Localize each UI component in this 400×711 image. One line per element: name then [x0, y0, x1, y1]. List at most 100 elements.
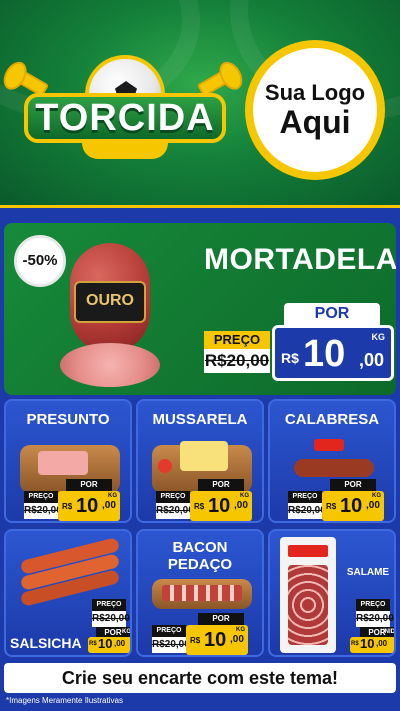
salsicha-image — [14, 537, 124, 607]
cheese-block-shape — [180, 441, 228, 471]
price-integer: 10 — [303, 333, 346, 375]
old-price: R$20,00 — [288, 503, 326, 519]
old-price: R$20,00 — [92, 611, 130, 627]
flyer-page: TORCIDA Sua Logo Aqui OURO -50% MORTADEL… — [0, 0, 400, 711]
new-price: R$ 10 ,00 KG — [88, 629, 130, 653]
price-unit: KG — [108, 493, 117, 499]
price-tag: POR PREÇO R$20,00 R$ 10 ,00 KG — [24, 479, 120, 521]
currency-symbol: R$ — [89, 641, 97, 647]
price-decimal: ,00 — [234, 500, 248, 511]
price-integer: 10 — [98, 636, 113, 651]
new-price: R$ 10 ,00 KG — [186, 625, 248, 655]
product-name: MUSSARELA — [152, 411, 248, 428]
salame-image — [280, 537, 336, 653]
header-banner: TORCIDA Sua Logo Aqui — [0, 0, 400, 205]
currency-symbol: R$ — [326, 502, 337, 511]
old-price: R$20,00 — [356, 611, 394, 627]
currency-symbol: R$ — [190, 636, 201, 645]
new-price: R$ 10 ,00 KG — [322, 491, 384, 521]
price-tag: PREÇO R$20,00 POR R$ 10 ,00 KG — [88, 599, 130, 653]
price-decimal: ,00 — [230, 634, 244, 645]
preco-label: PREÇO — [356, 599, 390, 611]
new-price: R$ 10 ,00 UNID — [350, 629, 394, 653]
preco-label: PREÇO — [24, 491, 58, 503]
torcida-title: TORCIDA — [24, 93, 226, 143]
product-name: BACON PEDAÇO — [138, 539, 262, 573]
product-card-bacon[interactable]: BACON PEDAÇO POR PREÇO R$20,00 R$ 10 ,00… — [136, 529, 264, 657]
price-integer: 10 — [76, 495, 99, 517]
price-unit: KG — [371, 332, 386, 342]
torcida-badge: TORCIDA — [10, 55, 236, 165]
new-price: R$ 10 ,00 KG — [58, 491, 120, 521]
por-label: POR — [284, 303, 380, 325]
product-name-line1: BACON — [172, 539, 228, 556]
product-name: CALABRESA — [284, 411, 380, 428]
preco-label: PREÇO — [152, 625, 186, 637]
badge-stand — [82, 143, 168, 159]
old-price: R$20,00 — [156, 503, 194, 519]
preco-label: PREÇO — [156, 491, 190, 503]
sausage-shape — [294, 459, 374, 477]
cta-banner[interactable]: Crie seu encarte com este tema! — [4, 663, 396, 693]
price-integer: 10 — [204, 629, 227, 651]
currency-symbol: R$ — [194, 502, 205, 511]
price-decimal: ,00 — [114, 639, 126, 648]
price-tag: POR PREÇO R$20,00 R$ 10 ,00 KG — [288, 479, 384, 521]
por-label: POR — [66, 479, 112, 491]
price-unit: KG — [240, 493, 249, 499]
featured-product-name: MORTADELA — [204, 243, 396, 276]
price-integer: 10 — [208, 495, 231, 517]
logo-placeholder[interactable]: Sua Logo Aqui — [245, 40, 385, 180]
price-unit: KG — [236, 627, 245, 633]
disclaimer-text: *Imagens Meramente Ilustrativas — [6, 696, 123, 705]
price-tag: POR PREÇO R$20,00 R$ 10 ,00 KG — [152, 613, 252, 655]
featured-price-tag: POR PREÇO R$20,00 R$ 10 ,00 KG — [204, 303, 394, 383]
price-decimal: ,00 — [102, 500, 116, 511]
price-integer: 10 — [340, 495, 363, 517]
por-label: POR — [198, 479, 244, 491]
price-decimal: ,00 — [366, 500, 380, 511]
mortadela-image: OURO — [60, 233, 160, 393]
brand-tag-shape — [314, 439, 344, 451]
discount-badge: -50% — [14, 235, 66, 287]
price-decimal: ,00 — [376, 639, 388, 648]
price-tag: PREÇO R$20,00 POR R$ 10 ,00 UNID — [350, 599, 394, 653]
product-card-mussarela[interactable]: MUSSARELA POR PREÇO R$20,00 R$ 10 ,00 KG — [136, 399, 264, 523]
ham-block-shape — [38, 451, 88, 475]
brand-label: OURO — [74, 281, 146, 323]
salame-slices-shape — [288, 565, 328, 645]
preco-label: PREÇO — [92, 599, 126, 611]
bacon-image — [152, 579, 252, 609]
product-card-calabresa[interactable]: CALABRESA POR PREÇO R$20,00 R$ 10 ,00 KG — [268, 399, 396, 523]
product-name: SALSICHA — [10, 635, 82, 651]
tomato-shape — [158, 459, 172, 473]
price-unit: KG — [372, 493, 381, 499]
preco-label: PREÇO — [288, 491, 322, 503]
currency-symbol: R$ — [62, 502, 73, 511]
product-card-salsicha[interactable]: SALSICHA PREÇO R$20,00 POR R$ 10 ,00 KG — [4, 529, 132, 657]
product-name-line2: PEDAÇO — [167, 556, 233, 573]
product-card-salame[interactable]: SALAME PREÇO R$20,00 POR R$ 10 ,00 UNID — [268, 529, 396, 657]
preco-label: PREÇO — [204, 331, 270, 349]
price-unit: UNID — [380, 629, 395, 635]
price-tag: POR PREÇO R$20,00 R$ 10 ,00 KG — [156, 479, 252, 521]
logo-text-line1: Sua Logo — [264, 80, 366, 105]
logo-placeholder-inner: Sua Logo Aqui — [253, 48, 377, 172]
featured-product-card[interactable]: OURO -50% MORTADELA POR PREÇO R$20,00 R$… — [4, 223, 396, 395]
old-price: R$20,00 — [152, 637, 190, 653]
old-price: R$20,00 — [204, 349, 270, 373]
old-price: R$20,00 — [24, 503, 62, 519]
divider-bar — [0, 205, 400, 219]
price-integer: 10 — [360, 636, 375, 651]
new-price: R$ 10 ,00 KG — [190, 491, 252, 521]
por-label: POR — [198, 613, 244, 625]
product-card-presunto[interactable]: PRESUNTO POR PREÇO R$20,00 R$ 10 ,00 KG — [4, 399, 132, 523]
currency-symbol: R$ — [351, 641, 359, 647]
price-decimal: ,00 — [359, 350, 385, 370]
mortadela-slices-shape — [60, 343, 160, 387]
product-name: SALAME — [346, 567, 390, 578]
product-name: PRESUNTO — [26, 411, 110, 428]
product-area: OURO -50% MORTADELA POR PREÇO R$20,00 R$… — [0, 219, 400, 711]
por-label: POR — [330, 479, 376, 491]
new-price: R$ 10 ,00 KG — [272, 325, 394, 381]
